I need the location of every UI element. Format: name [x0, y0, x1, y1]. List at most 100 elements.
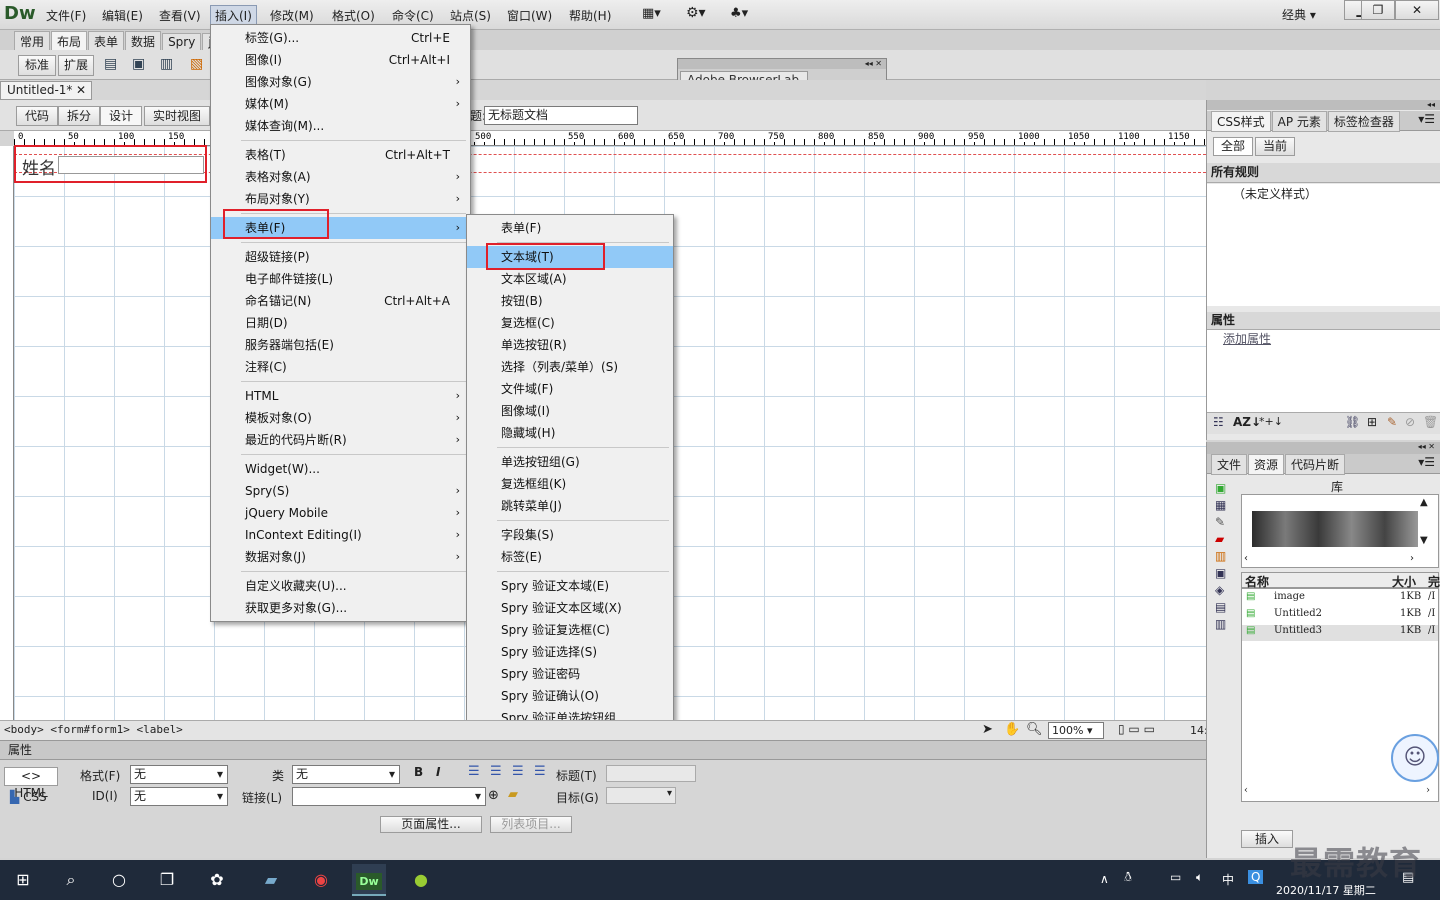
- scroll-up-icon[interactable]: ▲: [1420, 497, 1428, 508]
- close-tab-icon[interactable]: ✕: [76, 82, 86, 99]
- live-view-button[interactable]: 实时视图: [144, 106, 210, 126]
- panel-options-icon[interactable]: ▾☰: [1418, 112, 1435, 126]
- scroll-right-icon[interactable]: ›: [1426, 785, 1430, 796]
- menu-window[interactable]: 窗口(W): [503, 6, 556, 25]
- site-icon[interactable]: ♣▾: [730, 6, 748, 21]
- chrome-icon[interactable]: ◉: [304, 864, 338, 896]
- all-mode-button[interactable]: 全部: [1213, 137, 1253, 156]
- tab-snippets[interactable]: 代码片断: [1285, 454, 1346, 475]
- menu-item-table-objects[interactable]: 表格对象(A) ›: [211, 166, 470, 188]
- tab-assets[interactable]: 资源: [1248, 454, 1285, 475]
- disable-icon[interactable]: ⊘: [1405, 415, 1415, 429]
- standard-mode-button[interactable]: 标准: [18, 55, 56, 76]
- form-item-spry-checkbox[interactable]: Spry 验证复选框(C): [467, 619, 673, 641]
- templates-icon[interactable]: ▤: [1215, 600, 1231, 614]
- tab-ap-elements[interactable]: AP 元素: [1271, 111, 1327, 132]
- form-item-textarea[interactable]: 文本区域(A): [467, 268, 673, 290]
- menu-item-comment[interactable]: 注释(C): [211, 356, 470, 378]
- menu-item-table[interactable]: 表格(T) Ctrl+Alt+T: [211, 144, 470, 166]
- form-item-spry-select[interactable]: Spry 验证选择(S): [467, 641, 673, 663]
- form-item-fieldset[interactable]: 字段集(S): [467, 524, 673, 546]
- title-input[interactable]: [606, 765, 696, 782]
- form-item-jump-menu[interactable]: 跳转菜单(J): [467, 495, 673, 517]
- flash-icon[interactable]: ▰: [1215, 532, 1231, 546]
- form-item-spry-confirm[interactable]: Spry 验证确认(O): [467, 685, 673, 707]
- menu-item-widget[interactable]: Widget(W)...: [211, 458, 470, 480]
- menu-site[interactable]: 站点(S): [446, 6, 495, 25]
- hand-tool-icon[interactable]: ✋: [1004, 722, 1020, 737]
- tab-spry[interactable]: Spry: [162, 33, 202, 51]
- menu-item-named-anchor[interactable]: 命名锚记(N) Ctrl+Alt+A: [211, 290, 470, 312]
- current-mode-button[interactable]: 当前: [1255, 137, 1295, 156]
- start-icon[interactable]: ⊞: [6, 864, 40, 896]
- close-button[interactable]: ✕: [1395, 0, 1439, 20]
- outdent-icon[interactable]: ☰: [512, 764, 524, 779]
- zoom-tool-icon[interactable]: 🔍︎: [1026, 722, 1043, 737]
- form-item-button[interactable]: 按钮(B): [467, 290, 673, 312]
- panel-collapse-icon[interactable]: ◂◂ ✕: [1207, 442, 1440, 454]
- page-properties-button[interactable]: 页面属性...: [380, 816, 482, 833]
- ime-indicator[interactable]: 中: [1222, 871, 1234, 888]
- menu-item-layout-objects[interactable]: 布局对象(Y) ›: [211, 188, 470, 210]
- split-view-button[interactable]: 拆分: [58, 106, 100, 126]
- qq-icon[interactable]: 🐧︎: [1124, 870, 1132, 886]
- urls-icon[interactable]: ✎: [1215, 515, 1231, 529]
- link-input[interactable]: ▾: [292, 787, 486, 806]
- library-icon[interactable]: ▥: [1215, 617, 1231, 631]
- clock-date[interactable]: 2020/11/17 星期二: [1276, 882, 1376, 898]
- menu-item-html[interactable]: HTML ›: [211, 385, 470, 407]
- menu-item-recent-snippets[interactable]: 最近的代码片断(R) ›: [211, 429, 470, 451]
- form-item-radio-group[interactable]: 单选按钮组(G): [467, 451, 673, 473]
- menu-item-media[interactable]: 媒体(M) ›: [211, 93, 470, 115]
- document-tab[interactable]: Untitled-1* ✕: [0, 81, 92, 100]
- melon-app-icon[interactable]: ●: [404, 864, 438, 896]
- table-row[interactable]: ▤ image 1KB /I: [1242, 591, 1438, 607]
- format-select[interactable]: 无 ▾: [130, 765, 228, 784]
- cortana-icon[interactable]: ○: [102, 864, 136, 896]
- menu-insert[interactable]: 插入(I): [210, 5, 257, 26]
- form-item-spry-textarea[interactable]: Spry 验证文本区域(X): [467, 597, 673, 619]
- restore-button[interactable]: ❐: [1361, 0, 1395, 20]
- css-mode-button[interactable]: ▙ CSS: [10, 789, 47, 806]
- point-to-file-icon[interactable]: ⊕: [488, 788, 499, 803]
- list-item-button[interactable]: 列表项目...: [490, 816, 572, 833]
- tab-data[interactable]: 数据: [125, 31, 162, 52]
- menu-item-image[interactable]: 图像(I) Ctrl+Alt+I: [211, 49, 470, 71]
- shockwave-icon[interactable]: ▥: [1215, 549, 1231, 563]
- menu-item-custom-favorites[interactable]: 自定义收藏夹(U)...: [211, 575, 470, 597]
- rules-list[interactable]: （未定义样式）: [1207, 184, 1440, 306]
- movies-icon[interactable]: ▣: [1215, 566, 1231, 580]
- tag-selector[interactable]: <body> <form#form1> <label>: [4, 723, 183, 736]
- insert-asset-button[interactable]: 插入: [1241, 830, 1293, 848]
- volume-icon[interactable]: 🔈︎: [1196, 870, 1203, 885]
- menu-format[interactable]: 格式(O): [328, 6, 379, 25]
- target-select[interactable]: ▾: [606, 787, 676, 804]
- workspace-switcher[interactable]: 经典 ▾: [1282, 6, 1316, 23]
- class-select[interactable]: 无 ▾: [292, 765, 400, 784]
- ap-div-icon[interactable]: ▥: [160, 56, 173, 72]
- menu-item-media-query[interactable]: 媒体查询(M)...: [211, 115, 470, 137]
- delete-icon[interactable]: 🗑︎: [1423, 415, 1438, 429]
- table-row[interactable]: ▤ Untitled2 1KB /I: [1242, 608, 1438, 624]
- menu-item-incontext[interactable]: InContext Editing(I) ›: [211, 524, 470, 546]
- form-item-checkbox-group[interactable]: 复选框组(K): [467, 473, 673, 495]
- rule-item[interactable]: （未定义样式）: [1233, 185, 1317, 202]
- tray-arrow-icon[interactable]: ∧: [1100, 872, 1109, 886]
- frame-icon[interactable]: ▧: [190, 56, 203, 72]
- menu-item-date[interactable]: 日期(D): [211, 312, 470, 334]
- pointer-tool-icon[interactable]: ➤: [982, 722, 993, 737]
- scripts-icon[interactable]: ◈: [1215, 583, 1231, 597]
- table-row[interactable]: ▤ Untitled3 1KB /I: [1242, 625, 1438, 641]
- task-view-icon[interactable]: ❐: [150, 864, 184, 896]
- design-view-button[interactable]: 设计: [100, 106, 142, 126]
- tab-files[interactable]: 文件: [1211, 454, 1248, 475]
- tab-layout[interactable]: 布局: [51, 31, 88, 52]
- edit-rule-icon[interactable]: ✎: [1387, 415, 1397, 429]
- id-select[interactable]: 无 ▾: [130, 787, 228, 806]
- form-item-image-field[interactable]: 图像域(I): [467, 400, 673, 422]
- document-title-input[interactable]: 无标题文档: [484, 106, 638, 125]
- pinwheel-app-icon[interactable]: ✿: [200, 864, 234, 896]
- alpha-sort-icon[interactable]: AZ↓: [1233, 415, 1261, 429]
- tab-css-styles[interactable]: CSS样式: [1211, 111, 1271, 132]
- window-size-icon[interactable]: ▯ ▭ ▭: [1118, 722, 1155, 736]
